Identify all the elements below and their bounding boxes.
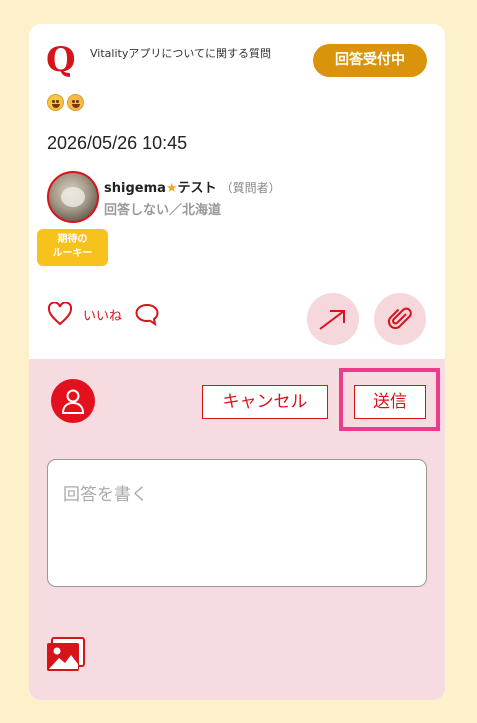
answer-panel: キャンセル 送信 — [29, 359, 445, 700]
rookie-badge: 期待の ルーキー — [37, 229, 108, 266]
attach-button[interactable] — [374, 293, 426, 345]
author-role: （質問者） — [220, 181, 281, 195]
question-mark-icon: Q — [46, 40, 76, 80]
author-name-text: shigema — [104, 181, 166, 196]
author-details: 回答しない／北海道 — [104, 203, 222, 218]
share-button[interactable] — [307, 293, 359, 345]
author-name-suffix: テスト — [177, 181, 217, 196]
paperclip-icon — [387, 307, 412, 330]
like-area: いいね — [47, 302, 160, 326]
star-icon: ★ — [165, 181, 178, 196]
grinning-face-icon — [47, 94, 64, 111]
self-avatar — [51, 379, 95, 423]
rookie-badge-line1: 期待の — [57, 234, 88, 245]
author-name[interactable]: shigema★テスト （質問者） — [104, 177, 281, 196]
smiling-face-with-blush-icon — [67, 94, 84, 111]
status-badge: 回答受付中 — [313, 44, 427, 77]
image-upload-icon[interactable] — [46, 637, 86, 673]
question-card: Q Vitalityアプリについてに関する質問 回答受付中 2026/05/26… — [29, 24, 445, 700]
emoji-row — [47, 94, 84, 111]
heart-icon[interactable] — [47, 302, 73, 326]
question-timestamp: 2026/05/26 10:45 — [47, 133, 188, 153]
send-button[interactable]: 送信 — [354, 385, 426, 419]
cancel-button[interactable]: キャンセル — [202, 385, 328, 419]
user-icon — [61, 389, 85, 414]
answer-input[interactable] — [47, 459, 427, 587]
question-title: Vitalityアプリについてに関する質問 — [90, 47, 271, 60]
like-label[interactable]: いいね — [83, 305, 122, 324]
share-arrow-icon — [319, 310, 345, 330]
author-avatar[interactable] — [47, 171, 99, 223]
rookie-badge-line2: ルーキー — [52, 248, 93, 259]
comment-icon[interactable] — [134, 302, 160, 326]
